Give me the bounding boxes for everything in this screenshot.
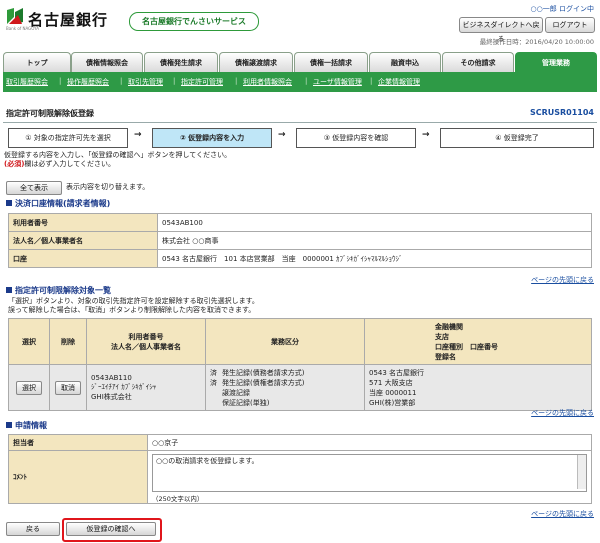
- tab-top[interactable]: トップ: [3, 52, 71, 73]
- step-arrow-icon: →: [422, 130, 430, 140]
- comment-scrollbar[interactable]: [577, 455, 586, 489]
- business-direct-button[interactable]: ビジネスダイレクトへ戻る: [459, 17, 543, 43]
- service-name: 名古屋銀行でんさいサービス: [129, 12, 259, 31]
- row-bank: 0543 名古屋銀行: [369, 368, 425, 377]
- step-3: ③ 仮登録内容を確認: [296, 128, 416, 148]
- settlement-label: 口座: [8, 249, 158, 268]
- business-item: 済発生記録(債務者請求方式): [210, 368, 305, 377]
- row-user-name: GHI株式会社: [91, 392, 132, 401]
- settlement-value: 0543 名古屋銀行 101 本店営業部 当座 0000001 ｶﾌﾞｼｷｶﾞｲ…: [157, 249, 592, 268]
- tab-other[interactable]: その他請求: [442, 52, 514, 73]
- row-acct: 当座 0000011: [369, 388, 417, 397]
- targets-desc2: 誤って解除した場合は、「取消」ボタンより制限解除した内容を取消できます。: [8, 306, 256, 314]
- row-reg-name: GHI(株)営業部: [369, 398, 416, 407]
- col-delete: 削除: [49, 318, 87, 365]
- comment-textarea[interactable]: ○○の取消請求を仮登録します。: [152, 454, 587, 492]
- back-button[interactable]: 戻る: [6, 522, 60, 536]
- table-row: 選択 取消 0543AB110 ｼﾞｰｴｲﾁｱｲ ｶﾌﾞｼｷｶﾞｲｼｬ GHI株…: [8, 364, 592, 411]
- settlement-value: 株式会社 ○○商事: [157, 231, 592, 250]
- subnav-op-history[interactable]: 操作履歴照会: [67, 77, 109, 87]
- row-cancel-button[interactable]: 取消: [55, 380, 81, 395]
- show-all-button[interactable]: 全て表示: [6, 181, 62, 195]
- login-user: ○○一郎 ログイン中: [530, 5, 594, 13]
- last-operation: 最終操作日時：2016/04/20 10:00:00: [479, 38, 594, 46]
- screen-code: SCRUSR01104: [529, 108, 594, 117]
- tab-management[interactable]: 管理業務: [515, 52, 597, 73]
- targets-table: 選択 削除 利用者番号 法人名／個人事業者名 業務区分 金融機関 支店 口座種別…: [8, 318, 592, 411]
- col-user: 利用者番号 法人名／個人事業者名: [86, 318, 206, 365]
- tab-credit-inquiry[interactable]: 債権情報照会: [71, 52, 143, 73]
- targets-heading: 指定許可制限解除対象一覧: [6, 285, 111, 296]
- instruction-text: 欄は必ず入力してください。: [24, 160, 115, 168]
- step-arrow-icon: →: [134, 130, 142, 140]
- step-2-current: ② 仮登録内容を入力: [152, 128, 272, 148]
- bank-name: 名古屋銀行: [28, 11, 109, 29]
- subnav-user-info[interactable]: 利用者情報照会: [243, 77, 292, 87]
- sub-nav: 取引履歴照会 | 操作履歴照会 | 取引先管理 | 指定許可管理 | 利用者情報…: [3, 72, 597, 92]
- step-4: ④ 仮登録完了: [440, 128, 594, 148]
- subnav-user-manage[interactable]: ユーザ情報管理: [313, 77, 362, 87]
- tab-credit-issue[interactable]: 債権発生請求: [144, 52, 218, 73]
- comment-label: ｺﾒﾝﾄ: [8, 450, 148, 504]
- bank-logo-sub: Bank of NAGOYA: [6, 26, 40, 31]
- subnav-trade-history[interactable]: 取引履歴照会: [6, 77, 48, 87]
- step-arrow-icon: →: [278, 130, 286, 140]
- subnav-partner[interactable]: 取引先管理: [128, 77, 163, 87]
- row-user-kana: ｼﾞｰｴｲﾁｱｲ ｶﾌﾞｼｷｶﾞｲｼｬ: [91, 382, 157, 391]
- main-tabs: トップ 債権情報照会 債権発生請求 債権譲渡請求 債権一括請求 融資申込 その他…: [3, 52, 597, 73]
- logout-button[interactable]: ログアウト: [545, 17, 595, 33]
- row-user-no: 0543AB110: [91, 373, 132, 382]
- targets-desc1: 「選択」ボタンより、対象の取引先指定許可を設定解除する取引先選択します。: [8, 297, 259, 305]
- page-title-bar: 指定許可制限解除仮登録 SCRUSR01104: [3, 108, 597, 123]
- subnav-designation[interactable]: 指定許可管理: [181, 77, 223, 87]
- page-top-link[interactable]: ページの先頭に戻る: [531, 408, 594, 418]
- row-select-button[interactable]: 選択: [16, 380, 42, 395]
- page-top-link[interactable]: ページの先頭に戻る: [531, 275, 594, 285]
- col-bank: 金融機関 支店 口座種別 口座番号 登録名: [364, 318, 592, 365]
- instruction-line1: 仮登録する内容を入力し、「仮登録の確認へ」ボタンを押してください。: [4, 151, 232, 159]
- row-branch: 571 大阪支店: [369, 378, 413, 387]
- person-label: 担当者: [8, 434, 148, 451]
- col-select: 選択: [8, 318, 50, 365]
- bank-logo-icon: [6, 7, 24, 25]
- show-all-desc: 表示内容を切り替えます。: [66, 183, 150, 191]
- col-business: 業務区分: [205, 318, 365, 365]
- person-value: ○○京子: [147, 434, 592, 451]
- tab-loan[interactable]: 融資申込: [369, 52, 441, 73]
- step-1: ① 対象の指定許可先を選択: [8, 128, 128, 148]
- business-item: 保証記録(単独): [222, 398, 270, 407]
- required-badge: (必須): [4, 160, 25, 168]
- settlement-label: 利用者番号: [8, 213, 158, 232]
- instruction-line2: (必須)欄は必ず入力してください。: [4, 160, 115, 169]
- settlement-label: 法人名／個人事業者名: [8, 231, 158, 250]
- page-title: 指定許可制限解除仮登録: [6, 109, 94, 118]
- application-table: 担当者 ○○京子 ｺﾒﾝﾄ ○○の取消請求を仮登録します。 （250文字以内）: [8, 434, 592, 504]
- tab-credit-transfer[interactable]: 債権譲渡請求: [219, 52, 293, 73]
- comment-hint: （250文字以内）: [152, 495, 204, 503]
- settlement-table: 利用者番号 0543AB100 法人名／個人事業者名 株式会社 ○○商事 口座 054…: [8, 213, 592, 268]
- page-top-link[interactable]: ページの先頭に戻る: [531, 509, 594, 519]
- settlement-heading: 決済口座情報(請求者情報): [6, 198, 110, 209]
- tab-credit-bulk[interactable]: 債権一括請求: [294, 52, 368, 73]
- business-item: 譲渡記録: [222, 388, 250, 397]
- settlement-value: 0543AB100: [157, 213, 592, 232]
- confirm-button[interactable]: 仮登録の確認へ: [66, 522, 156, 536]
- application-heading: 申請情報: [6, 420, 47, 431]
- subnav-company[interactable]: 企業情報管理: [378, 77, 420, 87]
- business-item: 済発生記録(債権者請求方式): [210, 378, 305, 387]
